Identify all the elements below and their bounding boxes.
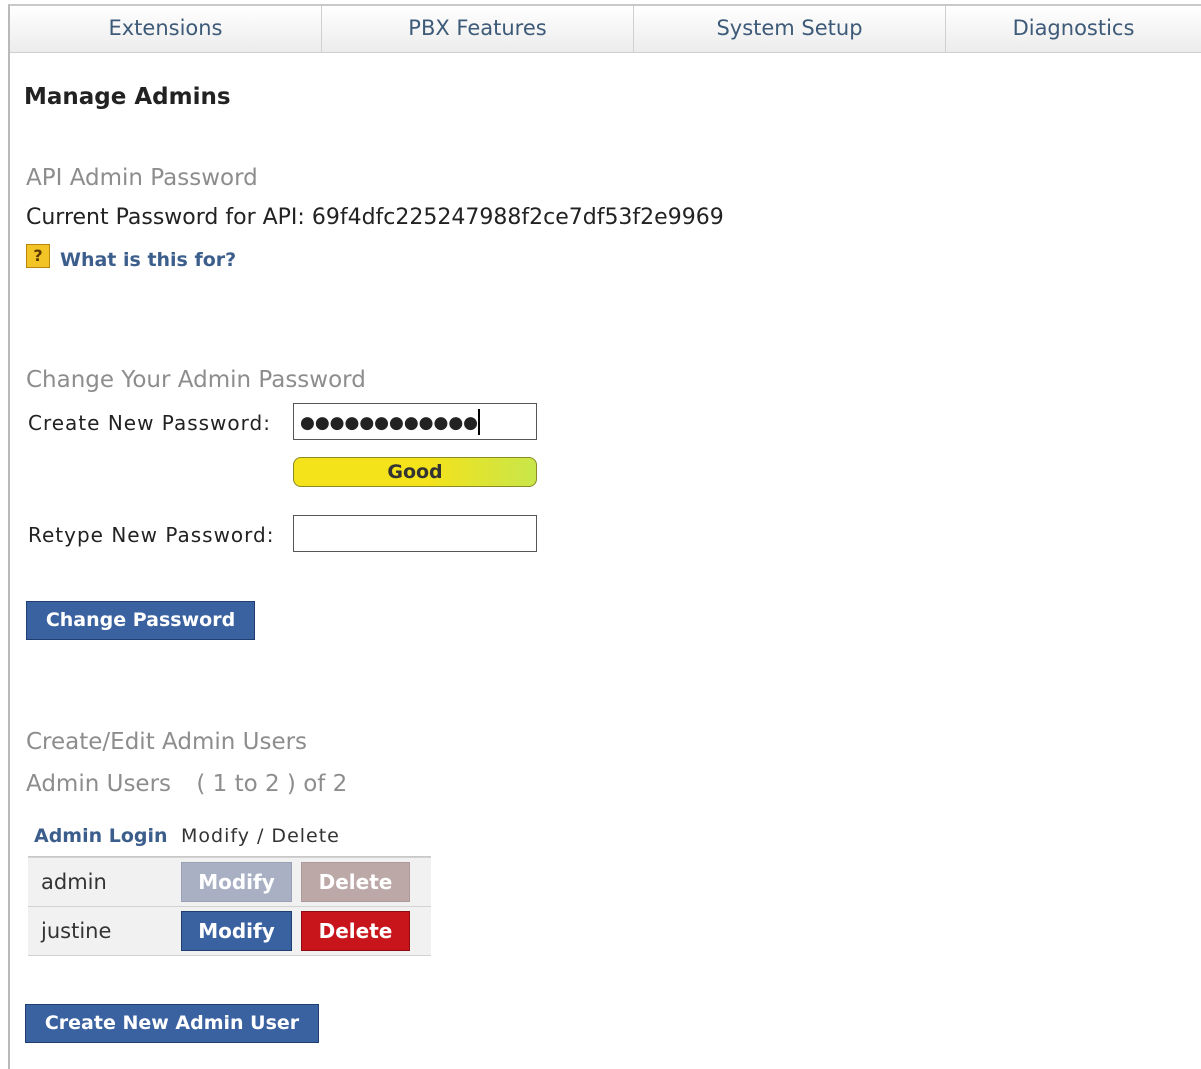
create-new-admin-user-button[interactable]: Create New Admin User	[25, 1004, 319, 1043]
api-password-value: 69f4dfc225247988f2ce7df53f2e9969	[311, 205, 724, 230]
new-password-label: Create New Password:	[28, 411, 271, 435]
change-password-section-label: Change Your Admin Password	[26, 367, 366, 393]
text-cursor	[478, 409, 481, 435]
delete-button[interactable]: Delete	[301, 911, 410, 951]
modify-button[interactable]: Modify	[181, 911, 292, 951]
password-strength-meter: Good	[293, 457, 537, 487]
admin-users-section-label: Create/Edit Admin Users	[26, 729, 308, 755]
tab-diagnostics[interactable]: Diagnostics	[946, 6, 1201, 52]
admin-users-range: ( 1 to 2 ) of 2	[196, 771, 348, 797]
new-password-value: ●●●●●●●●●●●●	[300, 413, 479, 433]
page-title: Manage Admins	[24, 84, 231, 110]
tab-extensions[interactable]: Extensions	[10, 6, 322, 52]
table-row: admin Modify Delete	[28, 857, 431, 906]
what-is-this-for-link[interactable]: What is this for?	[60, 249, 236, 271]
admin-login-cell: justine	[41, 919, 112, 943]
table-row: justine Modify Delete	[28, 906, 431, 956]
admin-users-title: Admin Users	[26, 771, 172, 797]
api-section-label: API Admin Password	[26, 165, 258, 191]
new-password-input[interactable]: ●●●●●●●●●●●●	[293, 403, 537, 440]
change-password-button[interactable]: Change Password	[26, 601, 255, 640]
retype-password-label: Retype New Password:	[28, 523, 275, 547]
help-icon[interactable]: ?	[26, 244, 50, 268]
delete-button-disabled: Delete	[301, 862, 410, 902]
api-current-password: Current Password for API: 69f4dfc2252479…	[26, 205, 724, 230]
tab-system-setup[interactable]: System Setup	[634, 6, 946, 52]
tab-pbx-features[interactable]: PBX Features	[322, 6, 634, 52]
top-nav: Extensions PBX Features System Setup Dia…	[10, 6, 1201, 53]
api-password-label: Current Password for API:	[26, 205, 305, 230]
retype-password-input[interactable]	[293, 515, 537, 552]
admin-users-list-title: Admin Users ( 1 to 2 ) of 2	[26, 771, 347, 797]
admin-login-cell: admin	[41, 870, 107, 894]
modify-button-disabled: Modify	[181, 862, 292, 902]
